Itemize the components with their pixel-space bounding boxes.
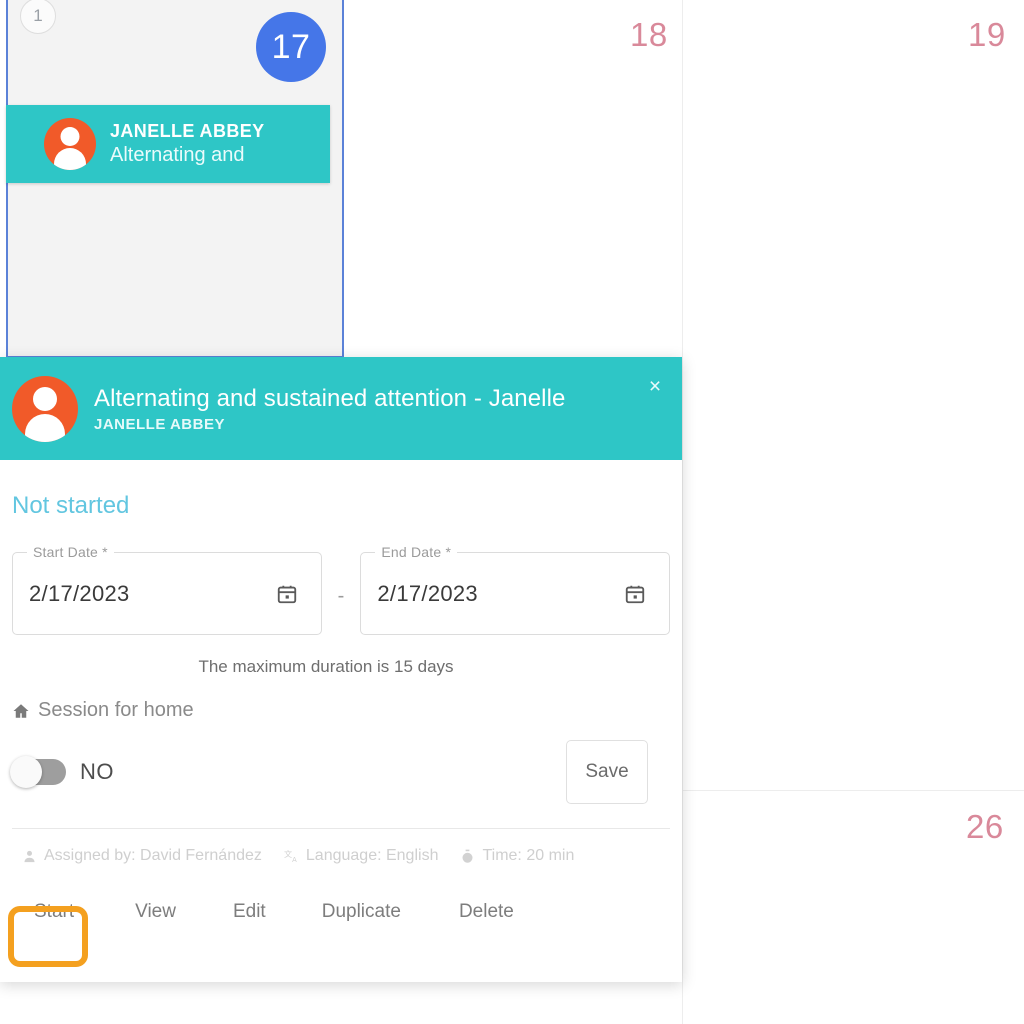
session-for-home-toggle[interactable] [10,756,66,788]
session-toggle-group: NO [10,756,114,788]
max-duration-note: The maximum duration is 15 days [198,657,454,676]
save-button[interactable]: Save [566,740,648,804]
start-date-field[interactable]: Start Date * 2/17/2023 [12,544,322,635]
start-date-value: 2/17/2023 [29,580,130,606]
session-toggle-value: NO [80,759,114,784]
date-range-separator: - [337,585,345,607]
end-date-label: End Date * [375,544,458,560]
event-title: Alternating and [110,143,245,166]
meta-assigned-by: Assigned by: David Fernández [22,847,262,865]
view-button[interactable]: View [135,891,176,933]
metadata-row: Assigned by: David Fernández 文 A Languag… [12,847,670,865]
popup-divider [12,828,670,829]
language-icon: 文 A [284,849,299,864]
calendar-icon[interactable] [624,583,646,605]
meta-time-text: Time: 20 min [482,847,575,864]
calendar-row-divider [682,790,1024,791]
calendar-day-26[interactable]: 26 [966,810,1004,843]
action-buttons-row: Start View Edit Duplicate Delete [12,891,670,933]
user-avatar-icon [12,375,78,442]
start-date-label: Start Date * [27,544,114,560]
session-toggle-row: NO Save [10,740,670,804]
stopwatch-icon [460,849,475,864]
event-chip-text: JANELLE ABBEY Alternating and [110,121,265,167]
popup-header-text: Alternating and sustained attention - Ja… [94,385,565,433]
meta-time: Time: 20 min [460,847,574,865]
app-root: 18 19 26 1 17 JANELLE ABBEY Alternating … [0,0,1024,1024]
svg-text:A: A [292,857,297,864]
status-badge: Not started [12,492,130,519]
duplicate-button[interactable]: Duplicate [322,891,401,933]
calendar-event-chip[interactable]: JANELLE ABBEY Alternating and [6,105,330,183]
svg-text:文: 文 [284,849,292,859]
event-count-badge: 1 [20,0,56,34]
calendar-day-18[interactable]: 18 [630,18,668,51]
calendar-day-19[interactable]: 19 [968,18,1006,51]
calendar-column-divider [682,0,683,1024]
session-for-home-label-row: Session for home [12,699,670,722]
event-detail-popup: Alternating and sustained attention - Ja… [0,357,682,982]
meta-assigned-by-text: Assigned by: David Fernández [44,847,262,864]
meta-language-text: Language: English [305,847,439,864]
popup-body: Not started Start Date * 2/17/2023 - End… [0,492,682,933]
person-icon [22,849,37,864]
session-for-home-label: Session for home [38,699,194,721]
popup-subtitle: JANELLE ABBEY [94,415,225,433]
calendar-day-17-badge[interactable]: 17 [256,12,326,82]
delete-button[interactable]: Delete [459,891,514,933]
user-avatar-icon [44,118,96,170]
toggle-knob [10,756,42,788]
date-range-row: Start Date * 2/17/2023 - End Date * 2/17… [12,544,670,635]
end-date-field[interactable]: End Date * 2/17/2023 [360,544,670,635]
start-button[interactable]: Start [34,891,74,933]
meta-language: 文 A Language: English [284,847,439,865]
calendar-icon[interactable] [276,583,298,605]
end-date-value: 2/17/2023 [377,580,478,606]
home-icon [12,702,30,720]
popup-title: Alternating and sustained attention - Ja… [94,384,566,412]
close-icon[interactable]: × [642,374,668,400]
edit-button[interactable]: Edit [233,891,266,933]
event-client-name: JANELLE ABBEY [110,121,265,142]
popup-header: Alternating and sustained attention - Ja… [0,357,682,460]
